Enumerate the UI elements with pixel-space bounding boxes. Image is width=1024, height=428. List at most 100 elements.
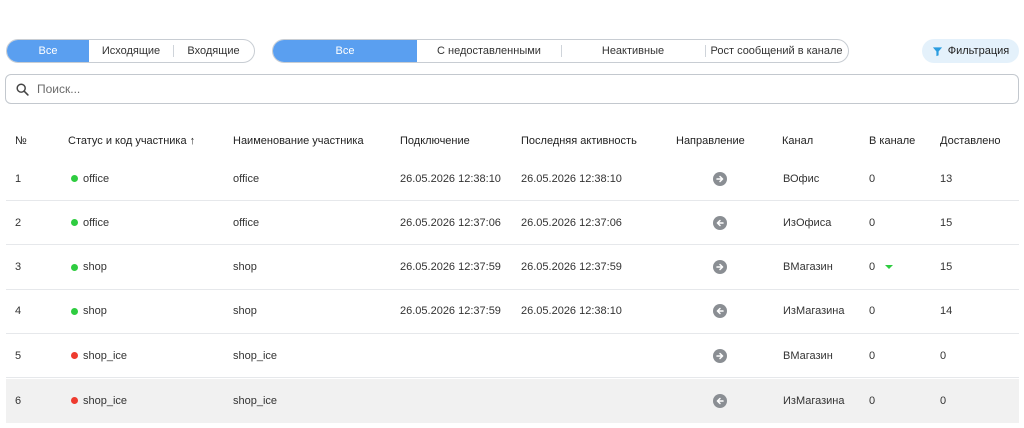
table-row[interactable]: 3 shop shop 26.05.2026 12:37:59 26.05.2026 1… bbox=[6, 246, 1019, 290]
table-row[interactable]: 1 office office 26.05.2026 12:38:10 26.05.20… bbox=[6, 157, 1019, 201]
cell-name: shop_ice bbox=[233, 349, 278, 362]
cell-in-channel: 0 bbox=[869, 201, 875, 244]
in-channel-value: 0 bbox=[869, 349, 876, 362]
search-box[interactable] bbox=[5, 74, 1019, 104]
cell-num: 4 bbox=[15, 305, 22, 318]
filter-label: Фильтрация bbox=[947, 45, 1010, 57]
cell-channel: ВМагазин bbox=[783, 261, 833, 274]
cell-status-code: office bbox=[71, 157, 109, 200]
cell-direction bbox=[713, 157, 727, 200]
cell-connected: 26.05.2026 12:37:59 bbox=[400, 305, 501, 318]
cell-in-channel: 0 bbox=[869, 334, 875, 377]
cell-in-channel: 0 bbox=[869, 246, 894, 289]
cell-direction bbox=[713, 201, 727, 244]
cell-num: 2 bbox=[15, 216, 22, 229]
col-name-header[interactable]: Наименование участника bbox=[233, 135, 364, 147]
table-row[interactable]: 5 shop_ice shop_ice ВМагазин 0 0 bbox=[6, 334, 1019, 379]
cell-channel: ИзМагазина bbox=[783, 305, 845, 318]
table-row[interactable]: 2 office office 26.05.2026 12:37:06 26.05.20… bbox=[6, 201, 1019, 246]
cell-connected: 26.05.2026 12:37:06 bbox=[400, 216, 501, 229]
cell-status-code: shop bbox=[71, 290, 107, 333]
trend-down-icon bbox=[885, 265, 894, 270]
cell-channel: ВОфис bbox=[783, 172, 820, 185]
search-input[interactable] bbox=[37, 82, 937, 96]
status-online-dot bbox=[71, 263, 78, 271]
funnel-icon bbox=[932, 46, 942, 56]
in-channel-value: 0 bbox=[869, 172, 876, 185]
cell-num: 6 bbox=[15, 394, 22, 407]
cell-status-code: shop_ice bbox=[71, 379, 127, 423]
cell-last: 26.05.2026 12:38:10 bbox=[521, 172, 622, 185]
cell-delivered: 13 bbox=[940, 172, 953, 185]
tab-incoming[interactable]: Входящие bbox=[173, 40, 254, 62]
cell-name: shop bbox=[233, 261, 257, 274]
in-channel-value: 0 bbox=[869, 261, 876, 274]
cell-in-channel: 0 bbox=[869, 379, 875, 423]
state-filter-tabs: Все С недоставленными Неактивные Рост со… bbox=[272, 39, 849, 63]
status-offline-dot bbox=[71, 397, 78, 404]
participant-code: shop_ice bbox=[83, 349, 128, 362]
cell-last: 26.05.2026 12:37:06 bbox=[521, 216, 622, 229]
cell-direction bbox=[713, 379, 727, 423]
arrow-right-icon bbox=[713, 260, 727, 275]
col-number-header: № bbox=[15, 135, 27, 147]
cell-num: 3 bbox=[15, 261, 22, 274]
cell-direction bbox=[713, 246, 727, 289]
search-icon bbox=[16, 82, 29, 96]
in-channel-value: 0 bbox=[869, 305, 876, 318]
tab-all-directions[interactable]: Все bbox=[7, 40, 89, 62]
cell-delivered: 0 bbox=[940, 394, 947, 407]
status-offline-dot bbox=[71, 352, 78, 360]
col-last-activity-header[interactable]: Последняя активность bbox=[521, 135, 637, 147]
cell-delivered: 14 bbox=[940, 305, 953, 318]
arrow-right-icon bbox=[713, 348, 727, 363]
arrow-left-icon bbox=[713, 393, 727, 408]
cell-delivered: 15 bbox=[940, 216, 953, 229]
filter-button[interactable]: Фильтрация bbox=[922, 39, 1019, 63]
cell-name: office bbox=[233, 172, 260, 185]
cell-num: 1 bbox=[15, 172, 22, 185]
cell-status-code: office bbox=[71, 201, 109, 244]
in-channel-value: 0 bbox=[869, 216, 876, 229]
col-status-header[interactable]: Статус и код участника ↑ bbox=[68, 135, 195, 147]
col-delivered-header[interactable]: Доставлено bbox=[940, 135, 1001, 147]
cell-connected: 26.05.2026 12:38:10 bbox=[400, 172, 501, 185]
table-row[interactable]: 6 shop_ice shop_ice ИзМагазина 0 0 bbox=[6, 378, 1019, 423]
participant-code: shop_ice bbox=[83, 394, 128, 407]
table-header: № Статус и код участника ↑ Наименование … bbox=[0, 130, 1024, 154]
col-connected-header[interactable]: Подключение bbox=[400, 135, 470, 147]
cell-channel: ИзМагазина bbox=[783, 394, 845, 407]
cell-in-channel: 0 bbox=[869, 290, 875, 333]
participant-code: shop bbox=[83, 305, 107, 318]
in-channel-value: 0 bbox=[869, 394, 876, 407]
tab-message-growth[interactable]: Рост сообщений в канале bbox=[705, 40, 848, 62]
tab-outgoing[interactable]: Исходящие bbox=[89, 40, 173, 62]
cell-name: office bbox=[233, 216, 260, 229]
status-online-dot bbox=[71, 307, 78, 315]
cell-num: 5 bbox=[15, 349, 22, 362]
status-online-dot bbox=[71, 219, 78, 227]
col-channel-header[interactable]: Канал bbox=[782, 135, 813, 147]
table-row[interactable]: 4 shop shop 26.05.2026 12:37:59 26.05.2026 1… bbox=[6, 290, 1019, 334]
cell-channel: ВМагазин bbox=[783, 349, 833, 362]
cell-channel: ИзОфиса bbox=[783, 216, 832, 229]
direction-filter-tabs: Все Исходящие Входящие bbox=[6, 39, 255, 63]
tab-undelivered[interactable]: С недоставленными bbox=[417, 40, 561, 62]
participant-code: shop bbox=[83, 261, 107, 274]
col-direction-header[interactable]: Направление bbox=[676, 135, 745, 147]
tab-inactive[interactable]: Неактивные bbox=[561, 40, 705, 62]
col-in-channel-header[interactable]: В канале bbox=[869, 135, 915, 147]
cell-status-code: shop bbox=[71, 246, 107, 289]
participant-code: office bbox=[83, 216, 110, 229]
cell-delivered: 15 bbox=[940, 261, 953, 274]
cell-delivered: 0 bbox=[940, 349, 947, 362]
cell-direction bbox=[713, 334, 727, 377]
arrow-left-icon bbox=[713, 304, 727, 319]
cell-last: 26.05.2026 12:38:10 bbox=[521, 305, 622, 318]
tab-all-states[interactable]: Все bbox=[273, 40, 417, 62]
cell-last: 26.05.2026 12:37:59 bbox=[521, 261, 622, 274]
cell-direction bbox=[713, 290, 727, 333]
cell-in-channel: 0 bbox=[869, 157, 875, 200]
cell-status-code: shop_ice bbox=[71, 334, 127, 377]
arrow-right-icon bbox=[713, 171, 727, 186]
